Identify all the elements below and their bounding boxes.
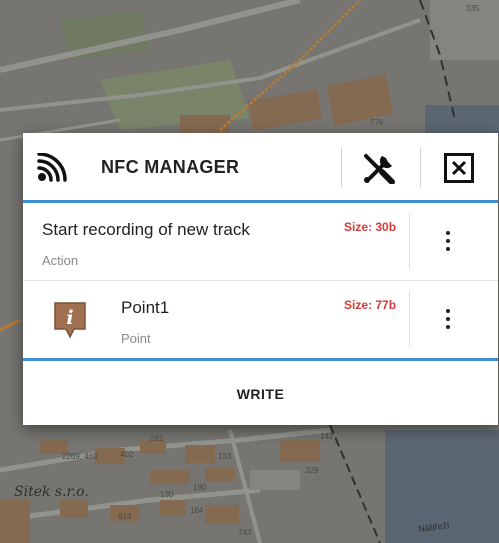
map-number-label: 335 (466, 4, 480, 13)
more-vert-icon (446, 231, 450, 251)
write-button[interactable]: WRITE (23, 363, 498, 425)
map-number-label: 281 (150, 434, 164, 443)
item-title: Point1 (121, 298, 170, 317)
map-number-label: 184 (190, 506, 204, 515)
close-icon (444, 153, 474, 183)
map-number-label: 2269, 469 (62, 452, 98, 461)
item-type: Point (121, 331, 151, 346)
item-title: Start recording of new track (42, 220, 250, 239)
header-divider (420, 147, 421, 187)
map-number-label: 402 (120, 450, 134, 459)
item-size: Size: 30b (344, 220, 397, 234)
map-number-label: 130 (160, 490, 174, 499)
header-divider (341, 147, 342, 187)
nfc-item-row[interactable]: Start recording of new track Action Size… (23, 203, 498, 280)
item-size: Size: 77b (344, 298, 397, 312)
map-number-label: 776 (370, 118, 384, 127)
item-divider (409, 291, 410, 347)
nfc-manager-dialog: NFC MANAGER Start recording of new track… (23, 133, 498, 425)
map-place-label: Sitek s.r.o. (14, 484, 89, 500)
item-type: Action (42, 253, 79, 268)
close-button[interactable] (423, 145, 495, 191)
map-number-label: 133 (218, 452, 232, 461)
svg-text:i: i (66, 307, 73, 329)
map-number-label: 329 (305, 466, 319, 475)
nfc-item-row[interactable]: i Point1 Point Size: 77b (23, 281, 498, 357)
write-button-label: WRITE (236, 386, 285, 402)
nfc-icon (37, 153, 67, 182)
item-more-button[interactable] (418, 219, 478, 263)
tools-button[interactable] (344, 145, 414, 191)
map-number-label: 614 (118, 512, 132, 521)
tools-icon (364, 154, 395, 184)
map-number-label: 743 (238, 528, 252, 537)
map-number-label: 142 (320, 432, 334, 441)
point-info-icon: i (54, 302, 86, 339)
more-vert-icon (446, 309, 450, 329)
dialog-header: NFC MANAGER (23, 133, 498, 200)
list-bottom-accent-line (23, 358, 498, 361)
dialog-title: NFC MANAGER (101, 157, 240, 177)
item-more-button[interactable] (418, 297, 478, 341)
item-divider (409, 213, 410, 269)
map-number-label: 190 (193, 483, 207, 492)
